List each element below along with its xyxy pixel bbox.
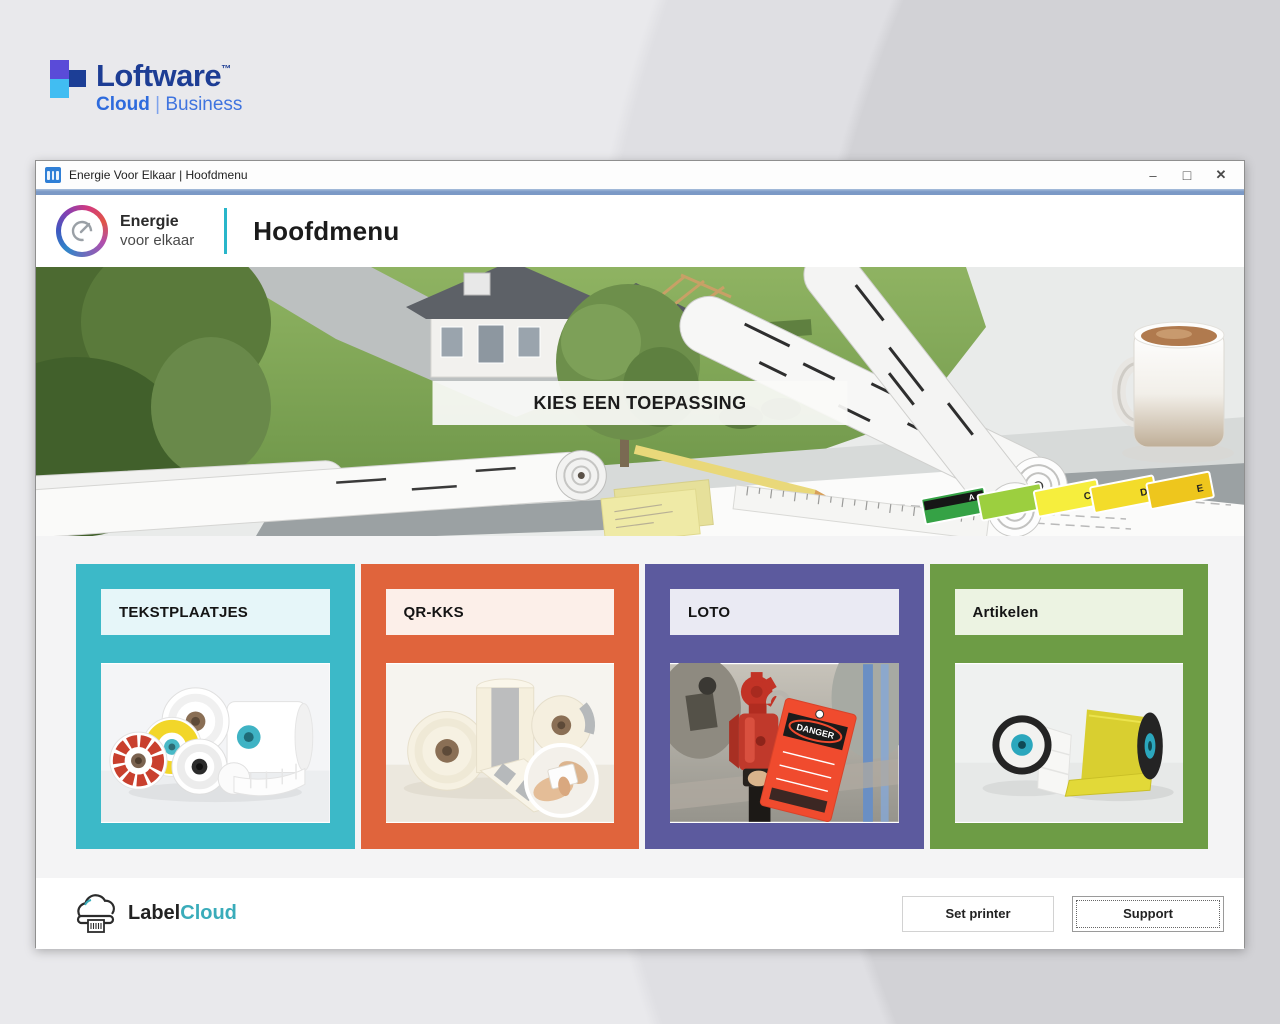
window-titlebar[interactable]: Energie Voor Elkaar | Hoofdmenu – □ ✕ [36, 161, 1244, 189]
logo-square-cyan [50, 79, 69, 98]
labelcloud-cloud-part: Cloud [180, 902, 237, 924]
loftware-name: Loftware™ [96, 54, 242, 92]
minimize-button[interactable]: – [1136, 163, 1170, 187]
header-divider [224, 208, 227, 254]
energie-line1: Energie [120, 213, 194, 231]
maximize-button[interactable]: □ [1170, 163, 1204, 187]
window-footer: LabelCloud Set printer Support [36, 878, 1244, 949]
card-loto-photo: DANGER [670, 663, 899, 823]
hero-banner: KIES EEN TOEPASSING [433, 381, 848, 425]
card-qr-kks-label: QR-KKS [386, 589, 615, 635]
brand-product: Cloud [96, 94, 150, 115]
logo-square-purple [50, 60, 69, 79]
app-header: Energie voor elkaar Hoofdmenu [36, 195, 1244, 267]
lockout-tagout-photo: DANGER [670, 663, 899, 823]
labelcloud-label-part: Label [128, 902, 180, 924]
set-printer-button[interactable]: Set printer [902, 896, 1054, 932]
gauge-icon [68, 217, 96, 245]
label-rolls-photo [101, 663, 330, 823]
desktop-background: Loftware™ Cloud | Business Energie Voor … [0, 0, 1280, 1024]
card-artikelen-label: Artikelen [955, 589, 1184, 635]
card-artikelen-photo [955, 663, 1184, 823]
energie-logo-text: Energie voor elkaar [120, 213, 194, 249]
trademark-symbol: ™ [221, 64, 231, 75]
cream-label-rolls-photo [386, 663, 615, 823]
card-tekstplaatjes[interactable]: TEKSTPLAATJES [76, 564, 355, 849]
hero-image: A C D E [36, 267, 1244, 536]
window-title: Energie Voor Elkaar | Hoofdmenu [69, 168, 248, 182]
energie-logo-ring [56, 205, 108, 257]
loftware-logo-text: Loftware™ Cloud | Business [96, 54, 242, 116]
loftware-logo: Loftware™ Cloud | Business [50, 54, 242, 116]
footer-buttons: Set printer Support [902, 896, 1224, 932]
labelcloud-wordmark: LabelCloud [128, 902, 237, 925]
logo-square-navy [69, 70, 86, 87]
card-loto-label: LOTO [670, 589, 899, 635]
app-tiles: TEKSTPLAATJES [36, 536, 1244, 878]
card-tekstplaatjes-label: TEKSTPLAATJES [101, 589, 330, 635]
card-loto[interactable]: LOTO [645, 564, 924, 849]
brand-edition: Business [165, 94, 242, 115]
energie-line2: voor elkaar [120, 232, 194, 249]
energie-logo-inner [61, 210, 103, 252]
app-window: Energie Voor Elkaar | Hoofdmenu – □ ✕ En… [35, 160, 1245, 948]
support-button[interactable]: Support [1072, 896, 1224, 932]
brand-separator: | [150, 94, 166, 115]
close-button[interactable]: ✕ [1204, 163, 1238, 187]
window-app-icon [45, 167, 61, 183]
loftware-edition: Cloud | Business [96, 94, 242, 116]
brand-name: Loftware [96, 58, 221, 93]
page-title: Hoofdmenu [253, 216, 399, 247]
labelcloud-cloud-icon [72, 894, 120, 934]
card-qr-kks-photo [386, 663, 615, 823]
two-rolls-photo [955, 663, 1184, 823]
loftware-logo-mark-icon [50, 60, 86, 102]
window-controls: – □ ✕ [1136, 163, 1238, 187]
card-tekstplaatjes-photo [101, 663, 330, 823]
card-qr-kks[interactable]: QR-KKS [361, 564, 640, 849]
card-artikelen[interactable]: Artikelen [930, 564, 1209, 849]
labelcloud-logo: LabelCloud [72, 894, 237, 934]
